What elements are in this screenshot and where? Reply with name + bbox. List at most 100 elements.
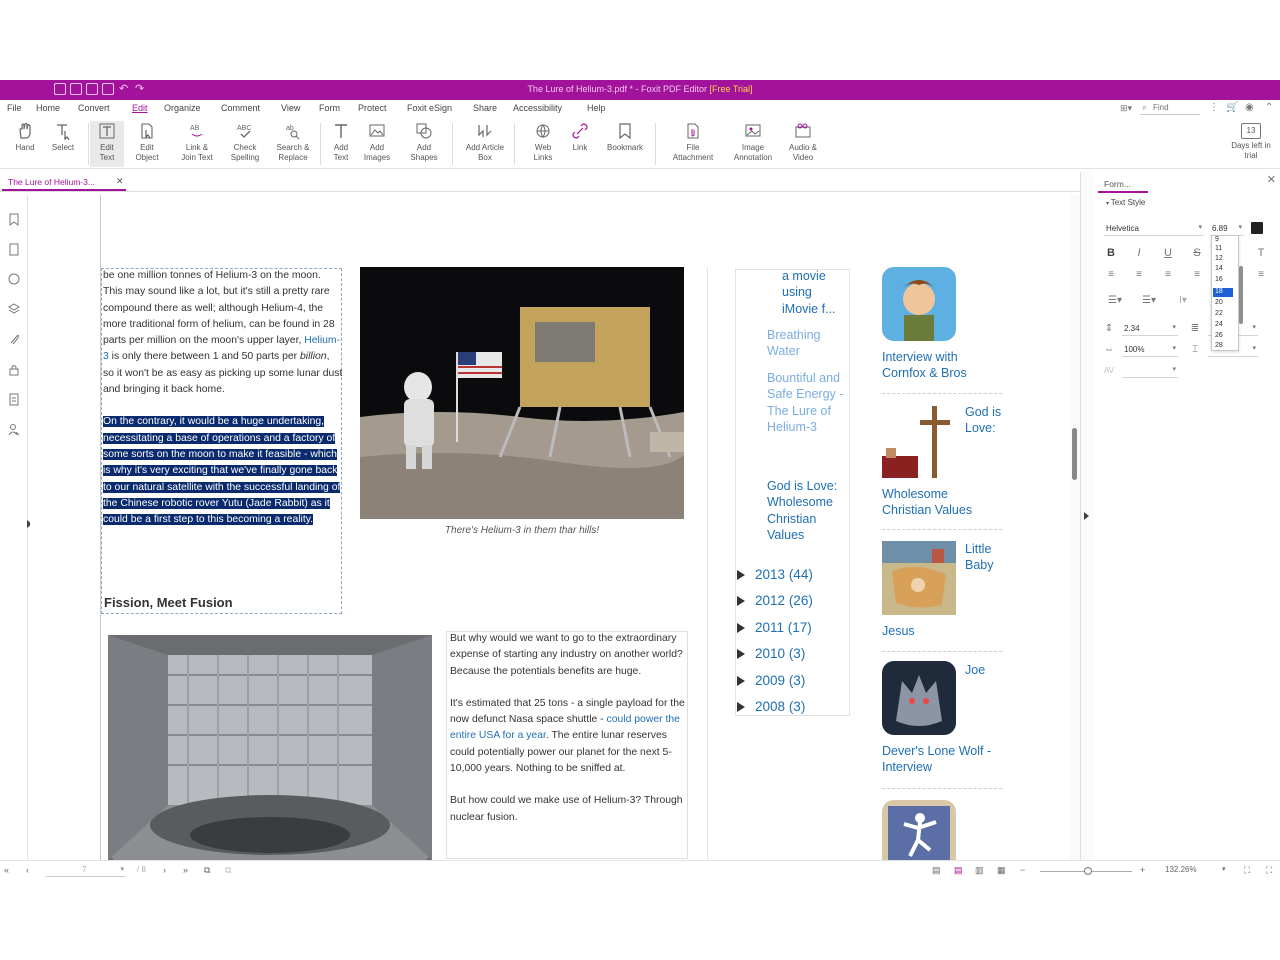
article-paragraph[interactable]: It's estimated that 25 tons - a single p…: [450, 696, 688, 777]
feature-link[interactable]: Wholesome Christian Values: [882, 486, 986, 519]
line-spacing-input[interactable]: 2.34 ▾: [1122, 322, 1178, 336]
account-icon[interactable]: ◉: [1245, 102, 1254, 113]
close-tab-icon[interactable]: ✕: [116, 176, 124, 187]
expand-triangle-icon[interactable]: [737, 649, 745, 659]
font-size-option[interactable]: 9: [1215, 236, 1219, 243]
scrollbar-thumb[interactable]: [1072, 428, 1077, 480]
copy-page-icon[interactable]: ⧉: [204, 865, 210, 876]
karate-game-thumbnail[interactable]: [882, 800, 956, 860]
last-page-icon[interactable]: »: [183, 865, 188, 875]
audio-video-button[interactable]: Audio & Video: [778, 121, 828, 167]
fusion-reactor-image[interactable]: [108, 635, 432, 860]
font-size-dropdown[interactable]: 9 11 12 14 16 18 20 22 24 26 28: [1211, 235, 1239, 351]
search-input[interactable]: [1153, 102, 1197, 113]
font-size-option[interactable]: 16: [1215, 276, 1223, 283]
add-shapes-button[interactable]: Add Shapes: [399, 121, 449, 167]
collapse-ribbon-icon[interactable]: ⌃: [1265, 102, 1273, 113]
previous-page-icon[interactable]: ‹: [26, 865, 29, 875]
link-join-text-button[interactable]: AB Link & Join Text: [172, 121, 222, 167]
feature-link[interactable]: Little Baby: [965, 541, 1005, 574]
image-annotation-button[interactable]: Image Annotation: [728, 121, 778, 167]
strikethrough-icon[interactable]: S: [1190, 246, 1204, 260]
menu-help[interactable]: Help: [587, 103, 606, 113]
article-paragraph[interactable]: But why would we want to go to the extra…: [450, 631, 688, 680]
font-size-option[interactable]: 22: [1215, 310, 1223, 317]
trial-days-button[interactable]: 13 Days left in trial: [1224, 121, 1278, 167]
zoom-slider-handle[interactable]: [1084, 867, 1092, 875]
zoom-level[interactable]: 132.26%: [1165, 865, 1197, 874]
search-box[interactable]: ⌕: [1140, 101, 1200, 115]
text-style-header[interactable]: ▾ Text Style: [1106, 198, 1145, 207]
article-paragraph[interactable]: But how could we make use of Helium-3? T…: [450, 793, 688, 826]
security-panel-icon[interactable]: [8, 363, 20, 376]
expand-triangle-icon[interactable]: [737, 702, 745, 712]
chevron-down-icon[interactable]: ▾: [1222, 865, 1226, 873]
facing-view-icon[interactable]: ▥: [975, 865, 984, 876]
page-number-input[interactable]: 7 ▾: [46, 865, 126, 877]
font-size-option[interactable]: 24: [1215, 321, 1223, 328]
vertical-scrollbar[interactable]: [1070, 195, 1080, 860]
font-size-dropdown-scrollbar[interactable]: [1239, 266, 1243, 324]
expand-triangle-icon[interactable]: [737, 623, 745, 633]
post-link[interactable]: God is Love: Wholesome Christian Values: [767, 478, 851, 543]
more-icon[interactable]: ⋮: [1209, 102, 1219, 113]
bullet-list-icon[interactable]: ☰▾: [1104, 294, 1126, 308]
font-size-option[interactable]: 14: [1215, 265, 1223, 272]
cart-icon[interactable]: 🛒: [1226, 102, 1238, 113]
numbered-list-icon[interactable]: ☰▾: [1138, 294, 1160, 308]
attachments-panel-icon[interactable]: [8, 333, 20, 346]
next-page-icon[interactable]: ›: [163, 865, 166, 875]
select-tool-button[interactable]: Select: [38, 121, 88, 167]
expand-triangle-icon[interactable]: [737, 676, 745, 686]
cornfox-game-thumbnail[interactable]: [882, 267, 956, 341]
menu-view[interactable]: View: [281, 103, 300, 113]
continuous-facing-view-icon[interactable]: ▦: [997, 865, 1006, 876]
check-spelling-button[interactable]: ABC Check Spelling: [220, 121, 270, 167]
font-size-select[interactable]: 6.89 ▾: [1210, 222, 1244, 236]
first-page-icon[interactable]: «: [4, 865, 9, 875]
edit-text-button[interactable]: Edit Text: [90, 121, 124, 167]
menu-file[interactable]: File: [7, 103, 22, 113]
font-color-swatch[interactable]: [1251, 222, 1263, 234]
baseline-offset-icon[interactable]: ⌶: [1188, 343, 1202, 357]
feature-link[interactable]: Joe: [965, 662, 1005, 678]
menu-comment[interactable]: Comment: [221, 103, 260, 113]
character-spacing-icon[interactable]: AV: [1102, 364, 1116, 378]
section-heading[interactable]: Fission, Meet Fusion: [104, 595, 233, 610]
horizontal-scale-icon[interactable]: ⇔: [1102, 343, 1116, 357]
add-article-box-button[interactable]: Add Article Box: [460, 121, 510, 167]
bookmark-button[interactable]: Bookmark: [600, 121, 650, 167]
expand-triangle-icon[interactable]: [737, 596, 745, 606]
layout-icon[interactable]: ⊞▾: [1120, 103, 1132, 114]
moon-landing-image[interactable]: [360, 267, 684, 519]
post-link[interactable]: Breathing Water: [767, 327, 835, 360]
archive-year-2008[interactable]: 2008 (3): [737, 699, 805, 714]
menu-foxit-esign[interactable]: Foxit eSign: [407, 103, 452, 113]
image-caption[interactable]: There's Helium-3 in them thar hills!: [360, 525, 684, 536]
paragraph-spacing-icon[interactable]: ≣: [1188, 322, 1202, 336]
menu-form[interactable]: Form: [319, 103, 340, 113]
feature-link[interactable]: God is Love:: [965, 404, 1005, 437]
selected-paragraph[interactable]: On the contrary, it would be a huge unde…: [103, 414, 343, 528]
indent-icon[interactable]: I▾: [1172, 294, 1194, 308]
font-size-option[interactable]: 12: [1215, 255, 1223, 262]
feature-link[interactable]: Interview with Cornfox & Bros: [882, 349, 982, 382]
edit-object-button[interactable]: Edit Object: [122, 121, 172, 167]
horizontal-scale-input[interactable]: 100% ▾: [1122, 343, 1178, 357]
pages-panel-icon[interactable]: [8, 243, 20, 256]
full-screen-icon[interactable]: ⛶: [1266, 865, 1272, 876]
baby-jesus-thumbnail[interactable]: [882, 541, 956, 615]
zoom-out-icon[interactable]: −: [1020, 865, 1025, 875]
text-size-icon[interactable]: T: [1254, 246, 1268, 260]
align-right-icon[interactable]: ≡: [1161, 268, 1175, 282]
menu-organize[interactable]: Organize: [164, 103, 201, 113]
article-column-left[interactable]: be one million tonnes of Helium-3 on the…: [103, 268, 343, 544]
single-page-view-icon[interactable]: ▤: [932, 865, 941, 876]
bold-icon[interactable]: B: [1104, 246, 1118, 260]
underline-icon[interactable]: U: [1161, 246, 1175, 260]
document-tab[interactable]: The Lure of Helium-3...: [2, 174, 126, 191]
font-size-option[interactable]: 26: [1215, 332, 1223, 339]
align-center-icon[interactable]: ≡: [1132, 268, 1146, 282]
bookmarks-panel-icon[interactable]: [8, 213, 20, 226]
post-link[interactable]: Bountiful and Safe Energy - The Lure of …: [767, 370, 851, 435]
